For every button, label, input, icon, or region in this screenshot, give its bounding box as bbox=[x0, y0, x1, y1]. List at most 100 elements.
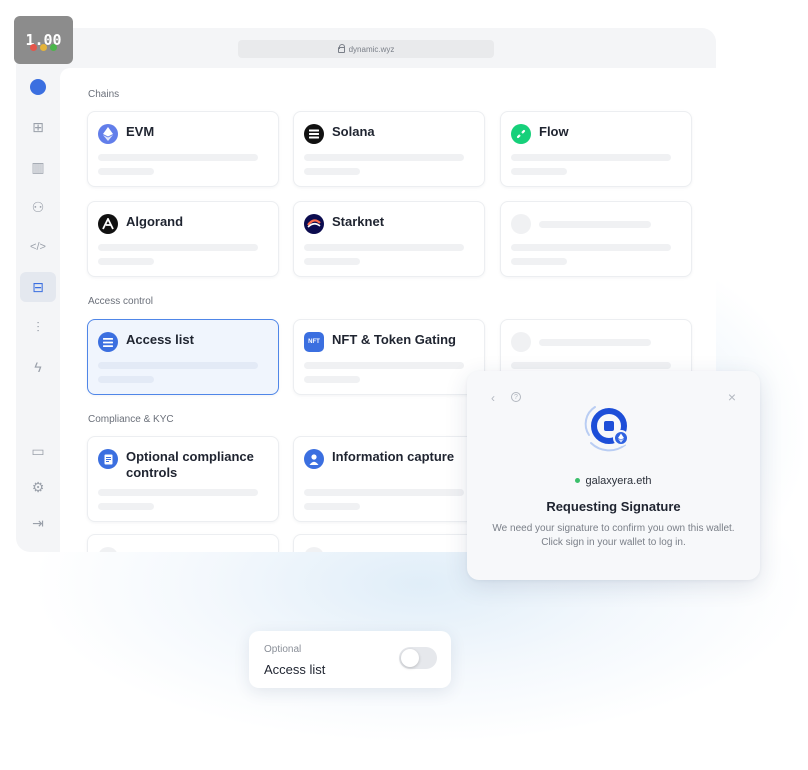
zoom-level-badge: 1.00 bbox=[14, 16, 73, 64]
maximize-window-icon[interactable] bbox=[50, 44, 57, 51]
section-label-access-control: Access control bbox=[88, 296, 154, 307]
sidebar-item-logout[interactable]: ⇥ bbox=[20, 508, 56, 538]
skeleton-line bbox=[98, 154, 258, 161]
ethereum-icon bbox=[98, 124, 118, 144]
sidebar-item-settings[interactable]: ⫶ bbox=[20, 312, 56, 342]
skeleton-line bbox=[98, 362, 258, 369]
card-title: Solana bbox=[332, 124, 375, 139]
sidebar-item-users[interactable]: ⚇ bbox=[20, 192, 56, 222]
sidebar-item-home[interactable] bbox=[20, 72, 56, 102]
logout-icon: ⇥ bbox=[32, 514, 44, 531]
toggle-label: Access list bbox=[264, 662, 326, 677]
skeleton-line bbox=[304, 154, 464, 161]
status-dot-icon bbox=[575, 477, 581, 483]
card-flow[interactable]: Flow bbox=[500, 111, 692, 187]
skeleton-line bbox=[304, 503, 360, 510]
book-icon: ▭ bbox=[31, 442, 45, 459]
section-label-chains: Chains bbox=[88, 89, 120, 100]
grid-icon: ⊞ bbox=[32, 118, 44, 135]
card-title: Algorand bbox=[126, 214, 184, 229]
nft-icon: NFT bbox=[304, 332, 324, 352]
access-list-toggle[interactable] bbox=[399, 647, 437, 669]
card-title: Starknet bbox=[332, 214, 385, 229]
solana-icon bbox=[304, 124, 324, 144]
skeleton-line bbox=[511, 362, 671, 369]
flow-icon bbox=[511, 124, 531, 144]
sidebar-item-docs[interactable]: ▭ bbox=[20, 436, 56, 466]
url-bar[interactable]: dynamic.wyz bbox=[238, 40, 494, 58]
signature-modal: ‹ ? × galaxyera.eth Requesting Signature… bbox=[467, 371, 760, 580]
sidebar-item-analytics[interactable]: ▥ bbox=[20, 152, 56, 182]
close-window-icon[interactable] bbox=[30, 44, 37, 51]
skeleton-line bbox=[98, 168, 154, 175]
skeleton-line bbox=[304, 258, 360, 265]
card-title: Optional compliance controls bbox=[126, 449, 254, 480]
skeleton-line bbox=[98, 376, 154, 383]
skeleton-line bbox=[304, 362, 464, 369]
card-title: NFT & Token Gating bbox=[332, 332, 456, 347]
help-icon[interactable]: ? bbox=[511, 392, 521, 402]
algorand-icon bbox=[98, 214, 118, 234]
card-placeholder bbox=[87, 534, 279, 552]
list-icon bbox=[98, 332, 118, 352]
skeleton-line bbox=[98, 503, 154, 510]
skeleton-line bbox=[511, 154, 671, 161]
card-starknet[interactable]: Starknet bbox=[293, 201, 485, 277]
sidebar-item-dashboard[interactable]: ⊞ bbox=[20, 112, 56, 142]
wallet-address: galaxyera.eth bbox=[467, 475, 760, 487]
card-access-list[interactable]: Access list bbox=[87, 319, 279, 395]
card-placeholder bbox=[293, 534, 485, 552]
sidebar-item-integrations[interactable]: ϟ bbox=[20, 352, 56, 382]
skeleton-line bbox=[539, 221, 651, 228]
code-icon: </> bbox=[30, 241, 46, 253]
starknet-icon bbox=[304, 214, 324, 234]
document-icon bbox=[98, 449, 118, 469]
access-list-toggle-card: Optional Access list bbox=[249, 631, 451, 688]
skeleton-line bbox=[511, 168, 567, 175]
card-title: Access list bbox=[126, 332, 194, 347]
modal-description: We need your signature to confirm you ow… bbox=[492, 523, 735, 548]
users-icon: ⚇ bbox=[31, 198, 45, 215]
sidebar: ⊞ ▥ ⚇ </> ⊟ ⫶ ϟ ▭ ⚙ ⇥ bbox=[16, 68, 60, 552]
close-icon[interactable]: × bbox=[728, 389, 736, 405]
skeleton-line bbox=[304, 489, 464, 496]
skeleton-line bbox=[539, 339, 651, 346]
toggle-knob bbox=[401, 649, 419, 667]
card-placeholder bbox=[500, 201, 692, 277]
window-controls bbox=[30, 44, 57, 51]
skeleton-line bbox=[304, 244, 464, 251]
card-optional-compliance[interactable]: Optional compliance controls bbox=[87, 436, 279, 522]
card-evm[interactable]: EVM bbox=[87, 111, 279, 187]
card-nft-token-gating[interactable]: NFT NFT & Token Gating bbox=[293, 319, 485, 395]
chart-bar-icon: ▥ bbox=[31, 158, 45, 175]
card-solana[interactable]: Solana bbox=[293, 111, 485, 187]
logo-dot-icon bbox=[30, 79, 46, 95]
sidebar-item-account[interactable]: ⚙ bbox=[20, 472, 56, 502]
user-icon bbox=[304, 449, 324, 469]
skeleton-line bbox=[511, 258, 567, 265]
card-information-capture[interactable]: Information capture bbox=[293, 436, 485, 522]
card-title: EVM bbox=[126, 124, 155, 139]
skeleton-line bbox=[304, 168, 360, 175]
chevron-left-icon[interactable]: ‹ bbox=[491, 391, 495, 405]
modal-title: Requesting Signature bbox=[546, 499, 681, 514]
sidebar-item-configurations[interactable]: ⊟ bbox=[20, 272, 56, 302]
wallet-name-text: galaxyera.eth bbox=[585, 475, 652, 487]
section-label-compliance: Compliance & KYC bbox=[88, 414, 174, 425]
sliders-icon: ⫶ bbox=[36, 318, 40, 335]
box-icon: ⊟ bbox=[32, 278, 44, 295]
minimize-window-icon[interactable] bbox=[40, 44, 47, 51]
wallet-logo-icon bbox=[584, 406, 629, 452]
toggle-sub-label: Optional bbox=[264, 644, 302, 655]
skeleton-line bbox=[304, 376, 360, 383]
skeleton-line bbox=[98, 244, 258, 251]
skeleton-icon bbox=[98, 547, 118, 552]
card-title: Flow bbox=[539, 124, 569, 139]
lock-icon bbox=[337, 44, 346, 53]
lightning-icon: ϟ bbox=[34, 359, 42, 375]
skeleton-line bbox=[511, 244, 671, 251]
sidebar-item-developers[interactable]: </> bbox=[20, 232, 56, 262]
gear-icon: ⚙ bbox=[31, 478, 45, 495]
card-algorand[interactable]: Algorand bbox=[87, 201, 279, 277]
skeleton-line bbox=[98, 489, 258, 496]
